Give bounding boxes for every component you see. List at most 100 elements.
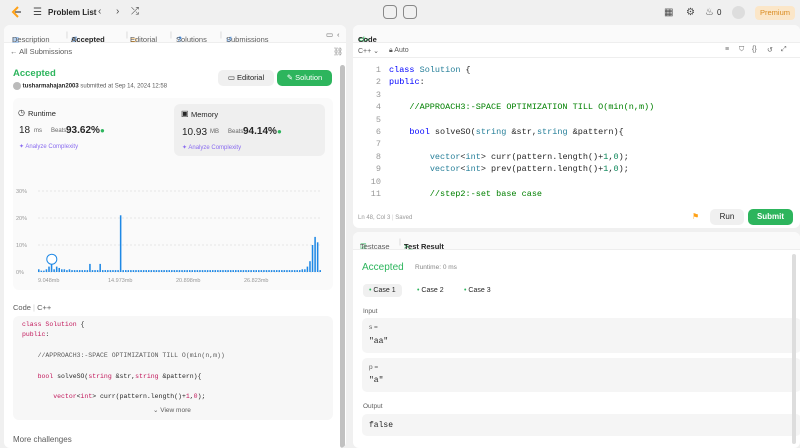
memory-distribution-chart[interactable]: 30% 20% 10% 0% 9.048mb 14.973mb 20.898mb 26.823… (14, 160, 330, 288)
chart-bar[interactable] (73, 270, 76, 272)
chart-bar[interactable] (275, 270, 278, 272)
braces-icon[interactable]: {} (752, 46, 757, 53)
chart-bar[interactable] (255, 270, 258, 272)
chart-bar[interactable] (86, 270, 89, 272)
chart-bar[interactable] (263, 270, 265, 272)
chart-bar[interactable] (40, 270, 43, 272)
chart-bar[interactable] (306, 266, 309, 272)
chart-bar[interactable] (219, 270, 222, 272)
premium-button[interactable]: Premium (755, 6, 795, 20)
chart-bar[interactable] (222, 270, 224, 272)
chart-bar[interactable] (291, 270, 293, 272)
chart-bar[interactable] (55, 266, 58, 272)
chart-bar[interactable] (173, 270, 176, 272)
chart-bar[interactable] (84, 270, 86, 272)
chart-bar[interactable] (71, 270, 73, 272)
chart-bar[interactable] (247, 270, 250, 272)
left-scrollbar[interactable] (340, 65, 345, 448)
chart-bar[interactable] (199, 270, 201, 272)
chart-bar[interactable] (148, 270, 150, 272)
reset-icon[interactable]: ↺ (767, 46, 773, 54)
chart-bar[interactable] (319, 270, 321, 272)
chart-bar[interactable] (209, 270, 211, 272)
chart-bar[interactable] (163, 270, 165, 272)
language-select[interactable]: C++ ⌄ (358, 47, 379, 55)
chart-bar[interactable] (61, 269, 63, 272)
code-line[interactable]: //APPROACH3:-SPACE OPTIMIZATION TILL O(m… (389, 102, 654, 114)
code-line[interactable]: //step2:-set base case (389, 189, 542, 201)
chart-bar[interactable] (66, 270, 68, 272)
chart-bar[interactable] (301, 269, 304, 272)
chart-bar[interactable] (171, 270, 173, 272)
chart-bar[interactable] (45, 269, 48, 272)
chart-bar[interactable] (135, 270, 137, 272)
case-tab-1[interactable]: • Case 1 (363, 284, 402, 297)
chart-bar[interactable] (155, 270, 158, 272)
chart-bar[interactable] (99, 263, 101, 272)
case-tab-2[interactable]: • Case 2 (411, 284, 450, 297)
username[interactable]: tusharmahajan2003 (23, 84, 79, 90)
chart-bar[interactable] (140, 270, 142, 272)
code-line[interactable]: bool solveSO(string &str,string &pattern… (389, 127, 623, 139)
format-icon[interactable]: ≡ (725, 46, 729, 53)
chart-bar[interactable] (96, 270, 99, 272)
chart-bar[interactable] (227, 270, 229, 272)
chart-bar[interactable] (160, 270, 163, 272)
chart-bar[interactable] (145, 270, 147, 272)
note-icon[interactable] (403, 5, 417, 19)
code-editor[interactable]: 1 class Solution {2 public: 3 4 //APPROACH3:… (353, 65, 800, 205)
fullscreen-icon[interactable]: ⤢ (781, 46, 787, 54)
chart-bar[interactable] (168, 270, 171, 272)
code-line[interactable]: vector<int> curr(pattern.length()+1,0); (389, 152, 629, 164)
list-icon[interactable]: ☰ (33, 7, 42, 19)
gear-icon[interactable]: ⚙ (686, 7, 695, 19)
chart-bar[interactable] (68, 269, 71, 272)
chart-bar[interactable] (107, 270, 109, 272)
code-line[interactable]: class Solution { (389, 65, 471, 77)
chart-bar[interactable] (196, 270, 199, 272)
chart-bar[interactable] (127, 270, 130, 272)
chart-bar[interactable] (191, 270, 194, 272)
chart-bar[interactable] (283, 270, 286, 272)
chart-bar[interactable] (201, 270, 204, 272)
bookmark-icon[interactable]: ⛉ (739, 46, 744, 54)
submit-button[interactable]: Submit (748, 209, 793, 225)
chart-bar[interactable] (119, 215, 122, 272)
chart-bar[interactable] (265, 270, 268, 272)
chart-bar[interactable] (91, 270, 94, 272)
chart-bar[interactable] (314, 236, 316, 272)
chart-bar[interactable] (104, 270, 107, 272)
chart-bar[interactable] (250, 270, 252, 272)
view-more-button[interactable]: ⌄ View more (153, 406, 191, 414)
avatar[interactable] (732, 6, 745, 19)
prev-icon[interactable]: ‹ (98, 6, 101, 18)
chart-bar[interactable] (278, 270, 281, 272)
user-avatar[interactable] (13, 82, 21, 90)
solution-button[interactable]: ✎ Solution (277, 70, 332, 86)
auto-mode-toggle[interactable]: 🔒︎ Auto (389, 47, 409, 55)
chart-bar[interactable] (153, 270, 155, 272)
chart-bar[interactable] (178, 270, 181, 272)
chart-bar[interactable] (63, 269, 66, 272)
chart-bar[interactable] (101, 270, 104, 272)
chart-bar[interactable] (94, 270, 96, 272)
memory-card[interactable]: ▣ Memory 10.93 MB Beats 94.14% ● ✦ Analy… (174, 104, 325, 156)
code-line[interactable]: vector<int> prev(pattern.length()+1,0); (389, 164, 629, 176)
chart-bar[interactable] (273, 270, 275, 272)
chart-bar[interactable] (188, 270, 191, 272)
chart-bar[interactable] (176, 270, 178, 272)
chart-bar[interactable] (217, 270, 219, 272)
code-line[interactable]: public: (389, 77, 425, 89)
chart-bar[interactable] (258, 270, 260, 272)
chart-bar[interactable] (89, 263, 91, 272)
fire-icon[interactable]: ♨ (705, 7, 714, 19)
chart-bar[interactable] (158, 270, 160, 272)
my-submission-marker[interactable] (46, 253, 58, 265)
chart-bar[interactable] (235, 270, 237, 272)
chart-bar[interactable] (268, 270, 270, 272)
chart-bar[interactable] (206, 270, 209, 272)
chart-bar[interactable] (304, 269, 306, 272)
leetcode-logo-icon[interactable] (11, 6, 22, 19)
chart-bar[interactable] (114, 270, 117, 272)
chart-bar[interactable] (316, 242, 319, 272)
